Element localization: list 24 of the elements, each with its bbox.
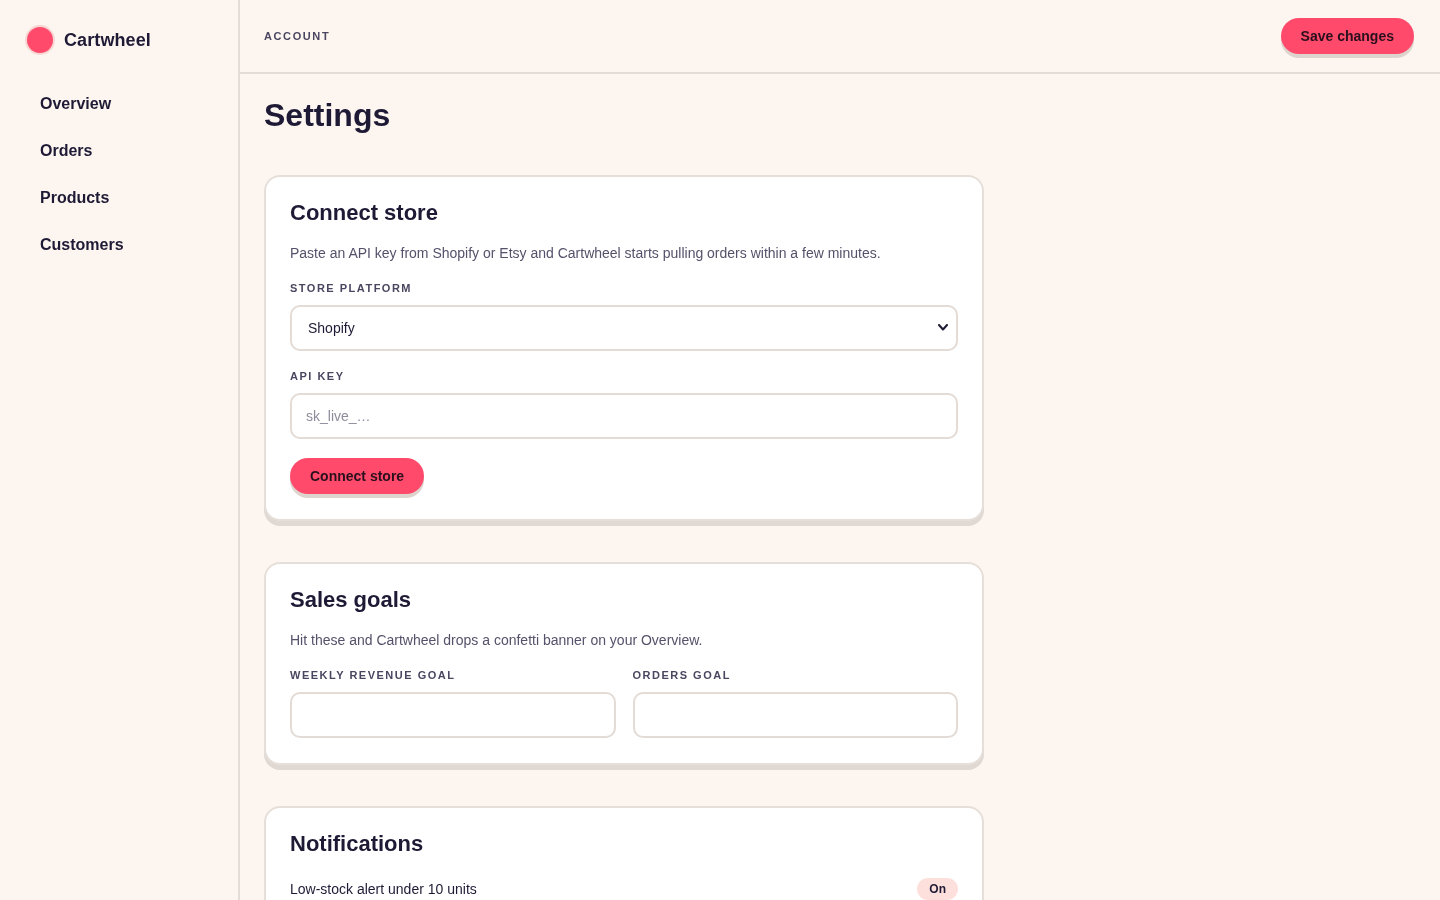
field-label: STORE PLATFORM xyxy=(290,281,413,295)
card-description: Hit these and Cartwheel drops a confetti banner on your Overview. xyxy=(290,631,704,650)
breadcrumb: ACCOUNT xyxy=(264,30,331,42)
chevron-down-icon xyxy=(938,324,948,331)
field-label: ORDERS GOAL xyxy=(632,668,731,682)
text-field[interactable] xyxy=(290,692,616,738)
nav-item[interactable]: Customers xyxy=(28,228,210,262)
nav-item[interactable]: Orders xyxy=(28,134,210,168)
card-description: Paste an API key from Shopify or Etsy and Cartwheel starts pulling orders within a few minutes. xyxy=(290,244,882,263)
nav-item[interactable]: Overview xyxy=(28,87,210,121)
toggle-pill[interactable]: On xyxy=(917,878,958,900)
text-field[interactable]: sk_live_… xyxy=(290,393,958,439)
field-label: WEEKLY REVENUE GOAL xyxy=(290,668,456,682)
card-title: Sales goals xyxy=(290,586,413,614)
page-title: Settings xyxy=(264,96,392,135)
platform-select[interactable]: Shopify xyxy=(290,305,958,351)
card-title: Notifications xyxy=(290,830,425,858)
brand-name: Cartwheel xyxy=(64,29,151,51)
text-field[interactable] xyxy=(632,692,958,738)
card-title: Connect store xyxy=(290,199,439,227)
setting-label: Low-stock alert under 10 units xyxy=(290,880,477,899)
nav-item[interactable]: Products xyxy=(28,181,210,215)
field-label: API KEY xyxy=(290,369,345,383)
logo-icon xyxy=(25,25,55,55)
